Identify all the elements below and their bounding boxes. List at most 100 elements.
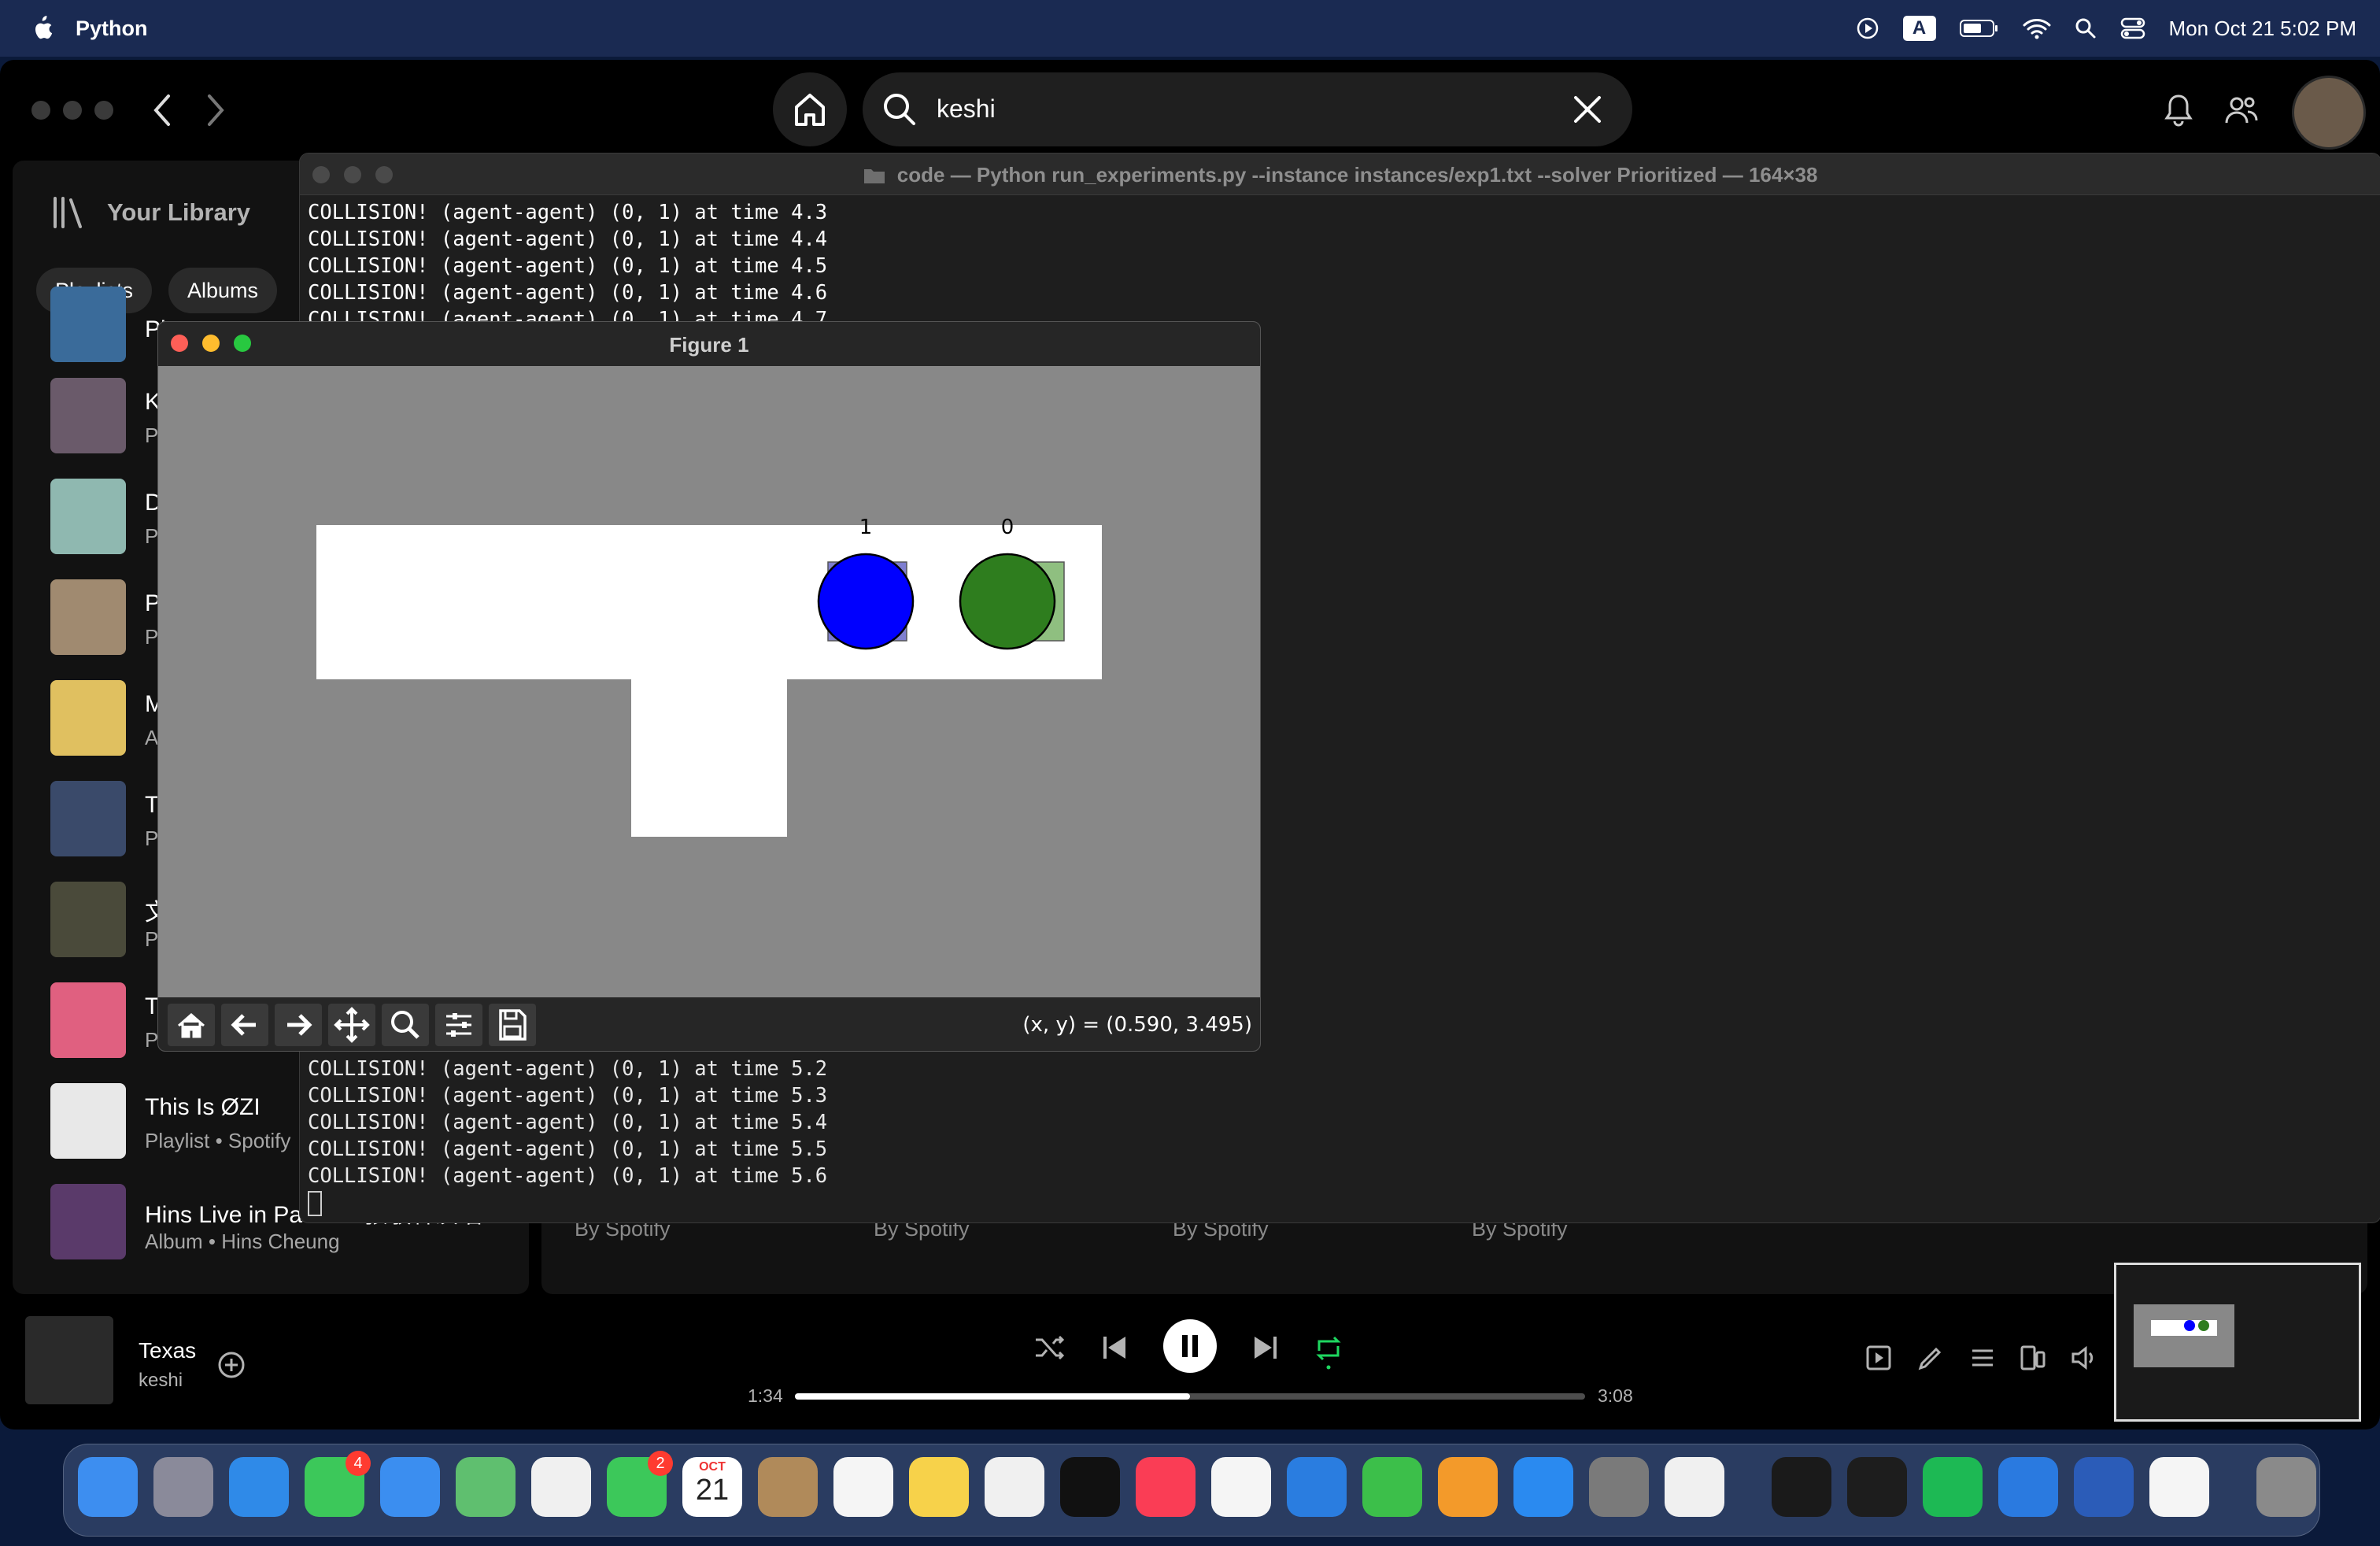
- control-center-icon[interactable]: [2120, 17, 2145, 39]
- configure-subplots-button[interactable]: [435, 1004, 482, 1046]
- shuffle-icon[interactable]: [1034, 1333, 1066, 1362]
- zoom-rect-button[interactable]: [382, 1004, 429, 1046]
- input-source-icon[interactable]: A: [1902, 16, 1936, 41]
- apple-icon[interactable]: [30, 15, 54, 42]
- search-input[interactable]: keshi: [937, 94, 996, 124]
- tv-icon[interactable]: [1060, 1457, 1120, 1517]
- notes-icon[interactable]: [909, 1457, 969, 1517]
- library-item-cover: [50, 882, 126, 957]
- now-playing-view-icon[interactable]: [1865, 1344, 1892, 1371]
- library-item-cover: [50, 378, 126, 453]
- now-playing-bar: Texas keshi 1:34 3:08: [0, 1307, 2380, 1429]
- next-track-icon[interactable]: [1251, 1333, 1280, 1362]
- home-view-button[interactable]: [168, 1004, 215, 1046]
- finder-icon[interactable]: [78, 1457, 138, 1517]
- agent-0-circle: [959, 553, 1056, 650]
- save-icon: [499, 1009, 527, 1041]
- mail-icon[interactable]: [380, 1457, 440, 1517]
- terminal-title: code — Python run_experiments.py --insta…: [300, 163, 2380, 187]
- pause-icon: [1182, 1335, 1198, 1357]
- calendar-icon[interactable]: OCT 21: [682, 1457, 742, 1517]
- friend-activity-icon[interactable]: [2224, 94, 2259, 126]
- search-bar[interactable]: keshi: [863, 72, 1632, 146]
- repeat-icon[interactable]: [1313, 1332, 1344, 1370]
- back-nav-icon[interactable]: [151, 93, 175, 128]
- wifi-icon[interactable]: [2023, 17, 2051, 39]
- numbers-icon[interactable]: [1362, 1457, 1422, 1517]
- home-button[interactable]: [773, 72, 847, 146]
- duration-time: 3:08: [1598, 1385, 1633, 1406]
- music-icon[interactable]: [1136, 1457, 1196, 1517]
- user-avatar[interactable]: [2292, 76, 2366, 150]
- filter-albums[interactable]: Albums: [168, 268, 278, 313]
- calendar-day: 21: [695, 1474, 730, 1507]
- thumbnail-agent: [2198, 1320, 2209, 1331]
- play-circle-icon[interactable]: [1856, 17, 1879, 40]
- notification-badge: 2: [648, 1451, 673, 1476]
- forward-view-button[interactable]: [275, 1004, 322, 1046]
- word-icon[interactable]: [2074, 1457, 2134, 1517]
- forward-nav-icon[interactable]: [203, 93, 227, 128]
- freeform-icon[interactable]: [985, 1457, 1044, 1517]
- pinwheel-icon[interactable]: [2149, 1457, 2209, 1517]
- trash-icon[interactable]: [2256, 1457, 2316, 1517]
- previous-track-icon[interactable]: [1100, 1333, 1129, 1362]
- clear-search-icon[interactable]: [1571, 93, 1604, 126]
- terminal-line: COLLISION! (agent-agent) (0, 1) at time …: [308, 1084, 828, 1108]
- track-artist[interactable]: keshi: [139, 1370, 183, 1392]
- active-app-name[interactable]: Python: [76, 17, 148, 41]
- system-settings-icon[interactable]: [1589, 1457, 1649, 1517]
- pycharm-icon[interactable]: [1847, 1457, 1907, 1517]
- menubar-clock[interactable]: Mon Oct 21 5:02 PM: [2169, 17, 2356, 41]
- library-icon[interactable]: [52, 195, 83, 230]
- queue-icon[interactable]: [1969, 1344, 1996, 1371]
- reminders-icon[interactable]: [833, 1457, 893, 1517]
- minimize-window-button[interactable]: [63, 101, 82, 120]
- battery-icon[interactable]: [1959, 18, 1999, 39]
- notification-badge: 4: [346, 1451, 371, 1476]
- spotlight-icon[interactable]: [2075, 17, 2097, 39]
- library-item-subtitle: Playlist • Spotify: [145, 1129, 291, 1152]
- screenshot-thumbnail[interactable]: [2114, 1263, 2361, 1422]
- terminal-cursor: [308, 1191, 322, 1216]
- app-store-icon[interactable]: [1513, 1457, 1573, 1517]
- add-to-library-icon[interactable]: [217, 1351, 246, 1379]
- back-view-button[interactable]: [221, 1004, 268, 1046]
- terminal-titlebar: code — Python run_experiments.py --insta…: [300, 153, 2380, 195]
- close-window-button[interactable]: [31, 101, 50, 120]
- connect-device-icon[interactable]: [2020, 1344, 2046, 1371]
- pan-icon: [334, 1007, 370, 1043]
- terminal-icon[interactable]: [1772, 1457, 1831, 1517]
- terminal-line: COLLISION! (agent-agent) (0, 1) at time …: [308, 227, 828, 251]
- contacts-icon[interactable]: [758, 1457, 818, 1517]
- library-item-cover: [50, 1184, 126, 1259]
- keynote-icon[interactable]: [1287, 1457, 1347, 1517]
- volume-icon[interactable]: [2070, 1344, 2097, 1371]
- agent-1-circle: [817, 553, 915, 650]
- notifications-bell-icon[interactable]: [2163, 93, 2194, 128]
- spotify-icon[interactable]: [1923, 1457, 1983, 1517]
- progress-bar[interactable]: [795, 1393, 1585, 1400]
- figure-canvas[interactable]: 1 0: [158, 366, 1260, 997]
- terminal-line: COLLISION! (agent-agent) (0, 1) at time …: [308, 1057, 828, 1081]
- photos-icon[interactable]: [531, 1457, 591, 1517]
- library-title[interactable]: Your Library: [107, 198, 250, 227]
- pause-button[interactable]: [1163, 1319, 1217, 1373]
- track-title[interactable]: Texas: [139, 1338, 196, 1363]
- maps-icon[interactable]: [456, 1457, 516, 1517]
- figure-titlebar: Figure 1: [158, 322, 1260, 366]
- chrome-icon[interactable]: [1665, 1457, 1724, 1517]
- launchpad-icon[interactable]: [153, 1457, 213, 1517]
- pan-button[interactable]: [328, 1004, 375, 1046]
- library-item-title: This Is ØZI: [145, 1094, 261, 1120]
- library-item-cover: [50, 287, 126, 362]
- vscode-icon[interactable]: [1998, 1457, 2058, 1517]
- folder-icon: [863, 169, 885, 183]
- lyrics-icon[interactable]: [1917, 1344, 1944, 1371]
- news-icon[interactable]: [1211, 1457, 1271, 1517]
- zoom-window-button[interactable]: [94, 101, 113, 120]
- now-playing-cover[interactable]: [25, 1316, 113, 1404]
- save-figure-button[interactable]: [489, 1004, 536, 1046]
- pages-icon[interactable]: [1438, 1457, 1498, 1517]
- safari-icon[interactable]: [229, 1457, 289, 1517]
